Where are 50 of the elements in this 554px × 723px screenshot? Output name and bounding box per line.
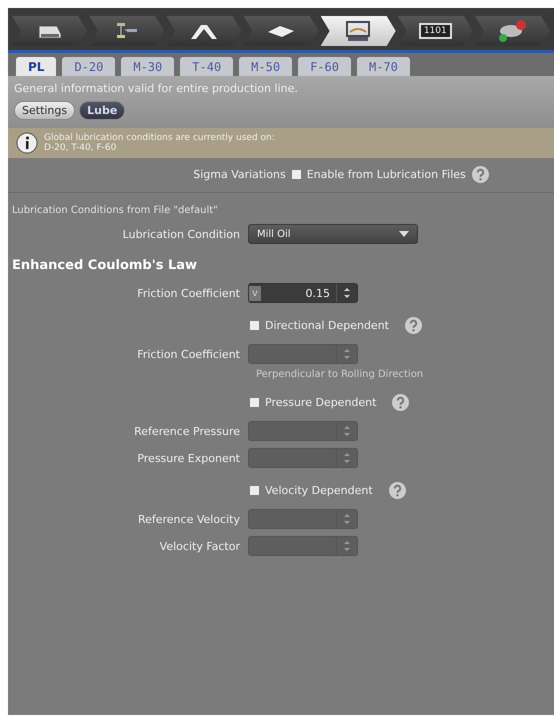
field-label: Pressure Exponent — [136, 452, 240, 464]
workflow-step[interactable] — [89, 16, 164, 46]
checkbox[interactable] — [250, 321, 259, 330]
line-tab[interactable]: PL — [16, 57, 56, 76]
line-tab[interactable]: M-70 — [356, 57, 410, 76]
toggle-label: v — [249, 286, 261, 300]
hint-text: Perpendicular to Rolling Direction — [255, 369, 424, 380]
field-label: Velocity Factor — [158, 540, 240, 552]
info-icon — [16, 132, 38, 154]
field-label: Sigma Variations — [193, 168, 286, 181]
info-text: D-20, T-40, F-60 — [44, 143, 118, 153]
checkbox[interactable] — [292, 170, 301, 179]
dropdown-caret-icon — [399, 231, 409, 237]
workflow-step[interactable] — [12, 16, 88, 46]
workflow-step[interactable]: 1101 — [398, 16, 473, 46]
workflow-step[interactable] — [320, 16, 396, 46]
plate-icon — [266, 24, 296, 38]
line-tab[interactable]: F-60 — [298, 57, 351, 76]
workflow-step[interactable] — [243, 16, 319, 46]
checkbox-label: Enable from Lubrication Files — [306, 168, 466, 181]
field-label: Reference Pressure — [133, 424, 240, 438]
line-tab[interactable]: D-20 — [62, 57, 116, 76]
field-label: Lubrication Condition — [122, 228, 240, 240]
checkbox-label: Pressure Dependent — [265, 396, 376, 409]
help-icon[interactable] — [388, 482, 406, 499]
monitor-label: 1101 — [418, 23, 452, 39]
section-toggle[interactable]: Settings — [14, 101, 76, 120]
section-toggle[interactable]: Lube — [79, 101, 126, 120]
lubrication-dropdown[interactable]: Mill Oil — [248, 224, 418, 244]
field-label: Reference Velocity — [136, 512, 240, 526]
info-text: Global lubrication conditions are currently used on: — [44, 133, 275, 143]
flowchart-icon — [114, 21, 139, 41]
section-caption: Lubrication Conditions from File "default" — [11, 205, 219, 216]
workflow-step[interactable] — [166, 16, 242, 46]
checkbox[interactable] — [250, 486, 259, 495]
line-tab[interactable]: M-30 — [121, 57, 174, 76]
checkbox-label: Velocity Dependent — [265, 484, 373, 497]
help-icon[interactable] — [404, 317, 422, 334]
help-icon[interactable] — [392, 394, 410, 411]
field-label: Friction Coefficient — [136, 348, 240, 360]
checkbox-label: Directional Dependent — [265, 319, 389, 332]
line-tab[interactable]: T-40 — [180, 57, 234, 76]
line-tab[interactable]: M-50 — [239, 57, 292, 76]
status-icon — [497, 19, 528, 43]
description-text: General information valid for entire production line. — [14, 82, 299, 95]
section-heading: Enhanced Coulomb's Law — [11, 258, 198, 273]
help-icon[interactable] — [472, 166, 489, 183]
friction-spinbox[interactable]: v 0.15 — [248, 283, 358, 303]
field-label: Friction Coefficient — [136, 286, 240, 300]
checkbox[interactable] — [250, 398, 259, 407]
